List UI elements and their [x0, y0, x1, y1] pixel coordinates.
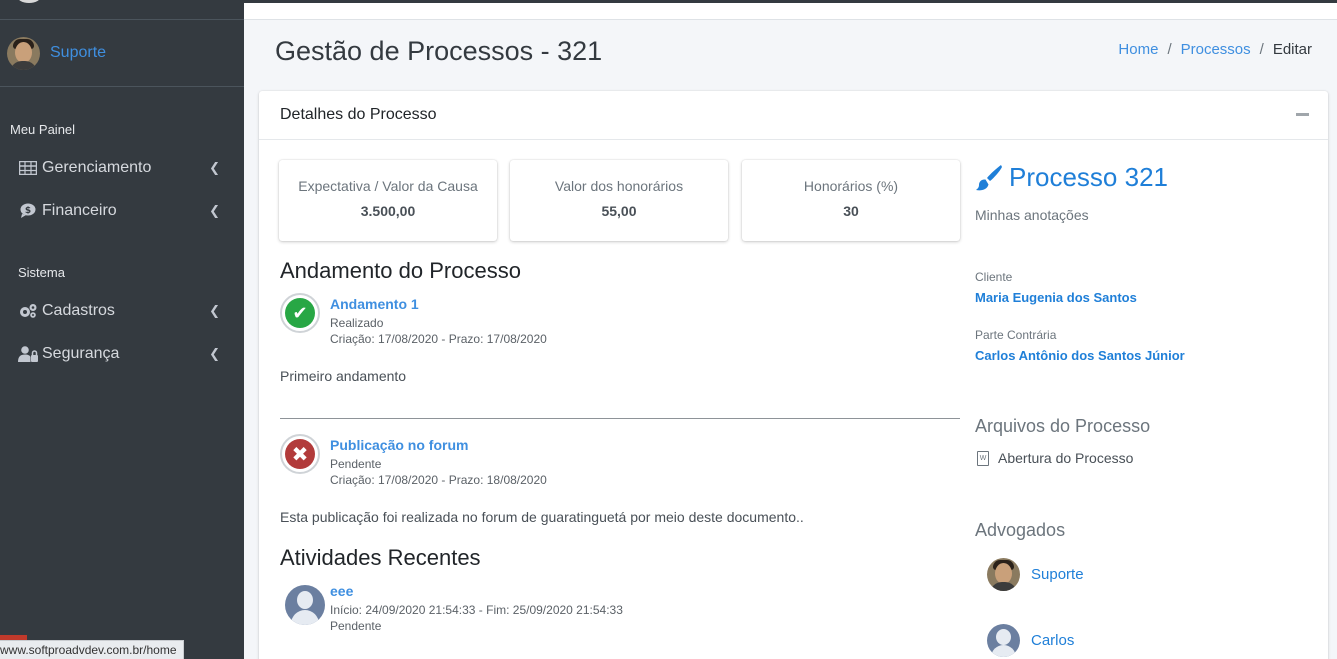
- andamento-status: Pendente: [330, 457, 382, 471]
- info-box-title: Expectativa / Valor da Causa: [298, 178, 478, 194]
- lawyer-avatar: [987, 558, 1020, 591]
- info-box-value: 30: [843, 203, 859, 219]
- atividades-heading: Atividades Recentes: [280, 545, 481, 570]
- cogs-icon: [18, 303, 38, 319]
- sidebar: Suporte Meu Painel Gerenciamento ❮ $ Fin…: [0, 0, 244, 659]
- info-box-title: Honorários (%): [803, 178, 899, 194]
- paint-brush-icon: [975, 164, 1003, 192]
- sidebar-item-label: Cadastros: [42, 301, 115, 319]
- lawyer-item[interactable]: Carlos: [987, 624, 1074, 657]
- andamento-title[interactable]: Andamento 1: [330, 296, 419, 312]
- sidebar-user-panel: Suporte: [0, 20, 244, 87]
- client-name[interactable]: Maria Eugenia dos Santos: [975, 290, 1137, 305]
- breadcrumb-current: Editar: [1272, 41, 1312, 58]
- sidebar-item-label: Gerenciamento: [42, 158, 152, 176]
- lawyer-avatar: [987, 624, 1020, 657]
- andamento-heading: Andamento do Processo: [280, 258, 521, 283]
- user-avatar: [7, 36, 40, 70]
- info-box-valor-causa: Expectativa / Valor da Causa 3.500,00: [279, 160, 497, 241]
- andamento-body: Esta publicação foi realizada no forum d…: [280, 509, 804, 525]
- chevron-left-icon: ❮: [209, 345, 220, 361]
- process-notes: Minhas anotações: [975, 207, 1089, 223]
- breadcrumb-separator: /: [1167, 41, 1172, 58]
- chevron-left-icon: ❮: [209, 302, 220, 318]
- lawyer-name: Suporte: [1031, 566, 1084, 583]
- sidebar-item-label: Financeiro: [42, 201, 117, 219]
- activity-avatar: [285, 585, 325, 625]
- info-box-valor-honorarios: Valor dos honorários 55,00: [510, 160, 728, 241]
- info-box-honorarios-percent: Honorários (%) 30: [742, 160, 960, 241]
- lawyers-heading: Advogados: [975, 520, 1066, 540]
- lawyer-item[interactable]: Suporte: [987, 558, 1084, 591]
- client-label: Cliente: [975, 270, 1013, 284]
- card-header: Detalhes do Processo: [259, 91, 1328, 140]
- sidebar-item-cadastros[interactable]: Cadastros ❮: [0, 289, 244, 332]
- divider: [280, 418, 960, 419]
- brand-logo[interactable]: [14, 0, 44, 6]
- top-navbar: [244, 3, 1337, 20]
- sidebar-item-seguranca[interactable]: Segurança ❮: [0, 332, 244, 375]
- breadcrumb-processos[interactable]: Processos: [1181, 41, 1251, 58]
- user-lock-icon: [18, 345, 38, 362]
- chevron-left-icon: ❮: [209, 202, 220, 218]
- breadcrumb-separator: /: [1259, 41, 1264, 58]
- table-icon: [18, 160, 38, 176]
- andamento-body: Primeiro andamento: [280, 368, 407, 384]
- info-box-title: Valor dos honorários: [554, 178, 684, 194]
- breadcrumb-home[interactable]: Home: [1118, 41, 1158, 58]
- breadcrumb: Home / Processos / Editar: [1118, 41, 1312, 58]
- sidebar-header-panel: Meu Painel: [10, 122, 76, 137]
- file-name: Abertura do Processo: [998, 450, 1134, 466]
- sidebar-item-gerenciamento[interactable]: Gerenciamento ❮: [0, 146, 244, 189]
- process-title: Processo 321: [975, 162, 1168, 193]
- file-item[interactable]: W Abertura do Processo: [977, 450, 1133, 466]
- sidebar-item-financeiro[interactable]: $ Financeiro ❮: [0, 189, 244, 232]
- opposing-party-label: Parte Contrária: [975, 328, 1057, 342]
- card-title: Detalhes do Processo: [280, 106, 437, 123]
- opposing-party-name[interactable]: Carlos Antônio dos Santos Júnior: [975, 348, 1185, 363]
- activity-status: Pendente: [330, 619, 382, 633]
- andamento-dates: Criação: 17/08/2020 - Prazo: 18/08/2020: [330, 473, 547, 487]
- lawyer-name: Carlos: [1031, 632, 1075, 649]
- sidebar-user-name[interactable]: Suporte: [50, 44, 106, 62]
- process-title-text: Processo 321: [1009, 162, 1168, 192]
- svg-text:$: $: [25, 206, 31, 216]
- sidebar-item-label: Segurança: [42, 344, 120, 362]
- activity-dates: Início: 24/09/2020 21:54:33 - Fim: 25/09…: [330, 603, 623, 617]
- collapse-button[interactable]: [1296, 113, 1309, 116]
- info-box-value: 55,00: [601, 203, 637, 219]
- info-box-value: 3.500,00: [360, 203, 416, 219]
- andamento-status: Realizado: [330, 316, 384, 330]
- brand-area: [0, 0, 244, 20]
- sidebar-header-system: Sistema: [18, 265, 65, 280]
- files-heading: Arquivos do Processo: [975, 416, 1151, 436]
- chevron-left-icon: ❮: [209, 159, 220, 175]
- times-circle-icon: ✖: [280, 434, 320, 474]
- status-bar-url: www.softproadvdev.com.br/home: [0, 640, 184, 659]
- comment-dollar-icon: $: [18, 203, 38, 219]
- activity-title[interactable]: eee: [330, 583, 353, 599]
- file-word-icon: W: [977, 450, 989, 466]
- andamento-title[interactable]: Publicação no forum: [330, 437, 468, 453]
- page-title: Gestão de Processos - 321: [275, 36, 603, 66]
- andamento-dates: Criação: 17/08/2020 - Prazo: 17/08/2020: [330, 332, 547, 346]
- check-circle-icon: ✔: [280, 293, 320, 333]
